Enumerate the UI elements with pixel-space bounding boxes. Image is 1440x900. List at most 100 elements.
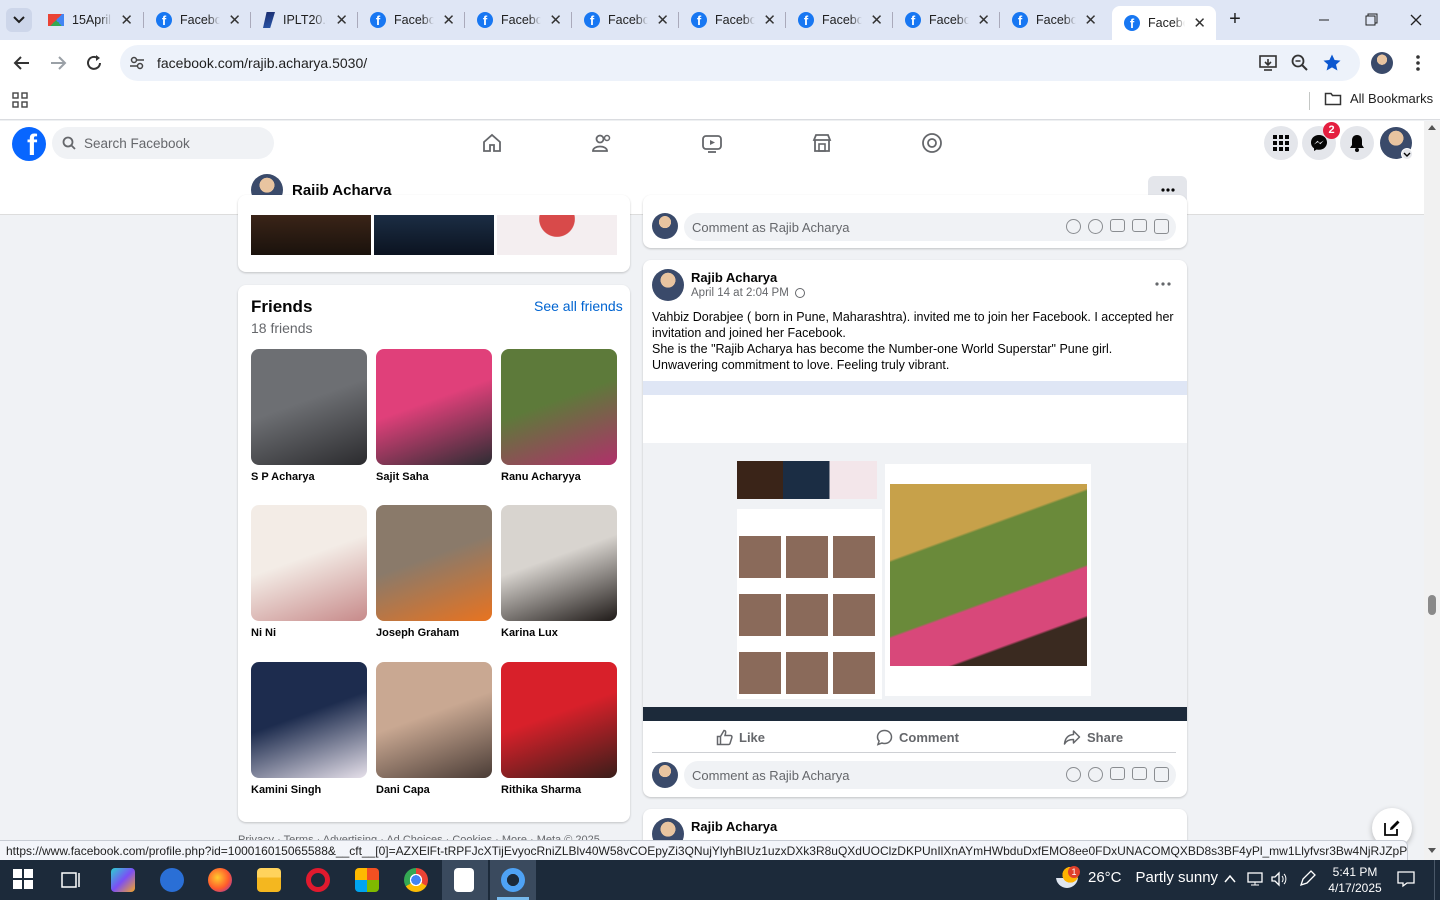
nav-video-icon[interactable] (701, 132, 723, 154)
browser-tab[interactable]: f Facebook ✕ (1000, 6, 1107, 34)
photo-thumb-3[interactable] (497, 215, 617, 255)
friend-photo[interactable] (501, 662, 617, 778)
network-icon[interactable] (1246, 871, 1264, 887)
browser-tab[interactable]: f Facebook ✕ (679, 6, 786, 34)
friend-name[interactable]: Rithika Sharma (501, 784, 617, 796)
desktop-app-taskbar-icon[interactable] (160, 868, 184, 892)
apps-grid-icon[interactable] (12, 92, 28, 108)
post-author-name[interactable]: Rajib Acharya (691, 270, 777, 285)
gif-icon[interactable] (1132, 219, 1147, 232)
close-tab-icon[interactable]: ✕ (763, 13, 776, 28)
volume-icon[interactable] (1270, 871, 1288, 887)
browser-tab[interactable]: IPLT20.com ✕ (251, 6, 358, 34)
browser-tab[interactable]: 15April ✕ (36, 6, 143, 34)
notifications-button[interactable] (1340, 126, 1374, 160)
gif-icon[interactable] (1132, 767, 1147, 780)
close-tab-icon[interactable]: ✕ (228, 13, 241, 28)
friend-tile[interactable]: Ranu Acharyya (501, 349, 617, 483)
back-button[interactable] (10, 51, 34, 75)
url-text[interactable]: facebook.com/rajib.acharya.5030/ (157, 55, 367, 71)
friend-tile[interactable]: Rithika Sharma (501, 662, 617, 796)
commenter-avatar[interactable] (652, 762, 678, 788)
show-hidden-icons-icon[interactable] (1224, 874, 1236, 884)
close-tab-icon[interactable]: ✕ (870, 13, 883, 28)
avatar-sticker-icon[interactable] (1066, 767, 1081, 782)
avatar-sticker-icon[interactable] (1066, 219, 1081, 234)
camera-icon[interactable] (1110, 767, 1125, 780)
friend-name[interactable]: Ni Ni (251, 627, 367, 639)
friend-photo[interactable] (501, 505, 617, 621)
post-image[interactable] (643, 381, 1187, 721)
friend-photo[interactable] (251, 662, 367, 778)
nav-gaming-icon[interactable] (921, 132, 943, 154)
pen-icon[interactable] (1298, 870, 1316, 888)
friend-tile[interactable]: Dani Capa (376, 662, 492, 796)
copilot-taskbar-icon[interactable] (111, 868, 135, 892)
minimize-button[interactable] (1310, 6, 1338, 34)
friend-tile[interactable]: Ni Ni (251, 505, 367, 639)
account-menu-chevron-icon[interactable] (1401, 148, 1413, 160)
new-tab-button[interactable]: + (1224, 8, 1246, 30)
browser-tab[interactable]: f Facebook ✕ (572, 6, 679, 34)
friend-tile[interactable]: S P Acharya (251, 349, 367, 483)
photo-thumb-2[interactable] (374, 215, 494, 255)
reload-button[interactable] (82, 51, 106, 75)
friend-photo[interactable] (251, 349, 367, 465)
commenter-avatar[interactable] (652, 213, 678, 239)
tab-search-button[interactable] (6, 8, 32, 32)
restore-button[interactable] (1356, 6, 1384, 34)
photo-thumb-1[interactable] (251, 215, 371, 255)
close-tab-icon[interactable]: ✕ (656, 13, 669, 28)
scroll-up-arrow[interactable] (1428, 124, 1436, 130)
see-all-friends-link[interactable]: See all friends (534, 298, 623, 314)
browser-tab[interactable]: f Facebook ✕ (893, 6, 1000, 34)
friend-photo[interactable] (376, 505, 492, 621)
friend-name[interactable]: S P Acharya (251, 471, 367, 483)
friend-name[interactable]: Karina Lux (501, 627, 617, 639)
emoji-icon[interactable] (1088, 219, 1103, 234)
show-desktop-strip[interactable] (1434, 860, 1440, 900)
close-window-button[interactable] (1402, 6, 1430, 34)
scrollbar-thumb[interactable] (1428, 595, 1436, 615)
friend-tile[interactable]: Kamini Singh (251, 662, 367, 796)
comment-tools[interactable] (1066, 219, 1169, 234)
comment-tools[interactable] (1066, 767, 1169, 782)
browser-tab[interactable]: f Facebook ✕ (465, 6, 572, 34)
nav-marketplace-icon[interactable] (811, 132, 833, 154)
facebook-logo[interactable]: f (12, 127, 46, 161)
post-options-button[interactable] (1154, 280, 1172, 288)
post-timestamp[interactable]: April 14 at 2:04 PM (691, 287, 805, 299)
weather-widget[interactable]: 26°C Partly sunny (1056, 866, 1218, 888)
close-tab-icon[interactable]: ✕ (442, 13, 455, 28)
friend-photo[interactable] (376, 349, 492, 465)
friend-tile[interactable]: Karina Lux (501, 505, 617, 639)
facebook-search-box[interactable]: Search Facebook (52, 127, 274, 159)
comment-button[interactable]: Comment (876, 729, 959, 746)
camera-icon[interactable] (1110, 219, 1125, 232)
site-info-icon[interactable] (128, 54, 146, 72)
share-button[interactable]: Share (1063, 729, 1123, 746)
chrome-menu-icon[interactable] (1410, 53, 1426, 73)
zoom-icon[interactable] (1290, 53, 1310, 73)
browser-tab[interactable]: f Facebook ✕ (358, 6, 465, 34)
action-center-button[interactable] (1396, 870, 1416, 888)
chrome-taskbar-icon[interactable] (404, 868, 428, 892)
post-author-avatar[interactable] (652, 269, 684, 301)
forward-button[interactable] (46, 51, 70, 75)
chrome-profile-avatar[interactable] (1371, 52, 1393, 74)
browser-tab[interactable]: f Facebook ✕ (786, 6, 893, 34)
notepad-taskbar-icon[interactable] (454, 868, 474, 892)
page-scrollbar[interactable] (1424, 121, 1440, 860)
friend-name[interactable]: Ranu Acharyya (501, 471, 617, 483)
friend-name[interactable]: Joseph Graham (376, 627, 492, 639)
close-tab-icon[interactable]: ✕ (977, 13, 990, 28)
browser-tab[interactable]: f Facebook ✕ (144, 6, 251, 34)
all-bookmarks-button[interactable]: All Bookmarks (1324, 91, 1433, 106)
firefox-taskbar-icon[interactable] (208, 868, 232, 892)
friend-tile[interactable]: Joseph Graham (376, 505, 492, 639)
friend-name[interactable]: Kamini Singh (251, 784, 367, 796)
scroll-down-arrow[interactable] (1428, 848, 1436, 854)
file-explorer-taskbar-icon[interactable] (257, 868, 281, 892)
sticker-icon[interactable] (1154, 219, 1169, 234)
friend-photo[interactable] (251, 505, 367, 621)
